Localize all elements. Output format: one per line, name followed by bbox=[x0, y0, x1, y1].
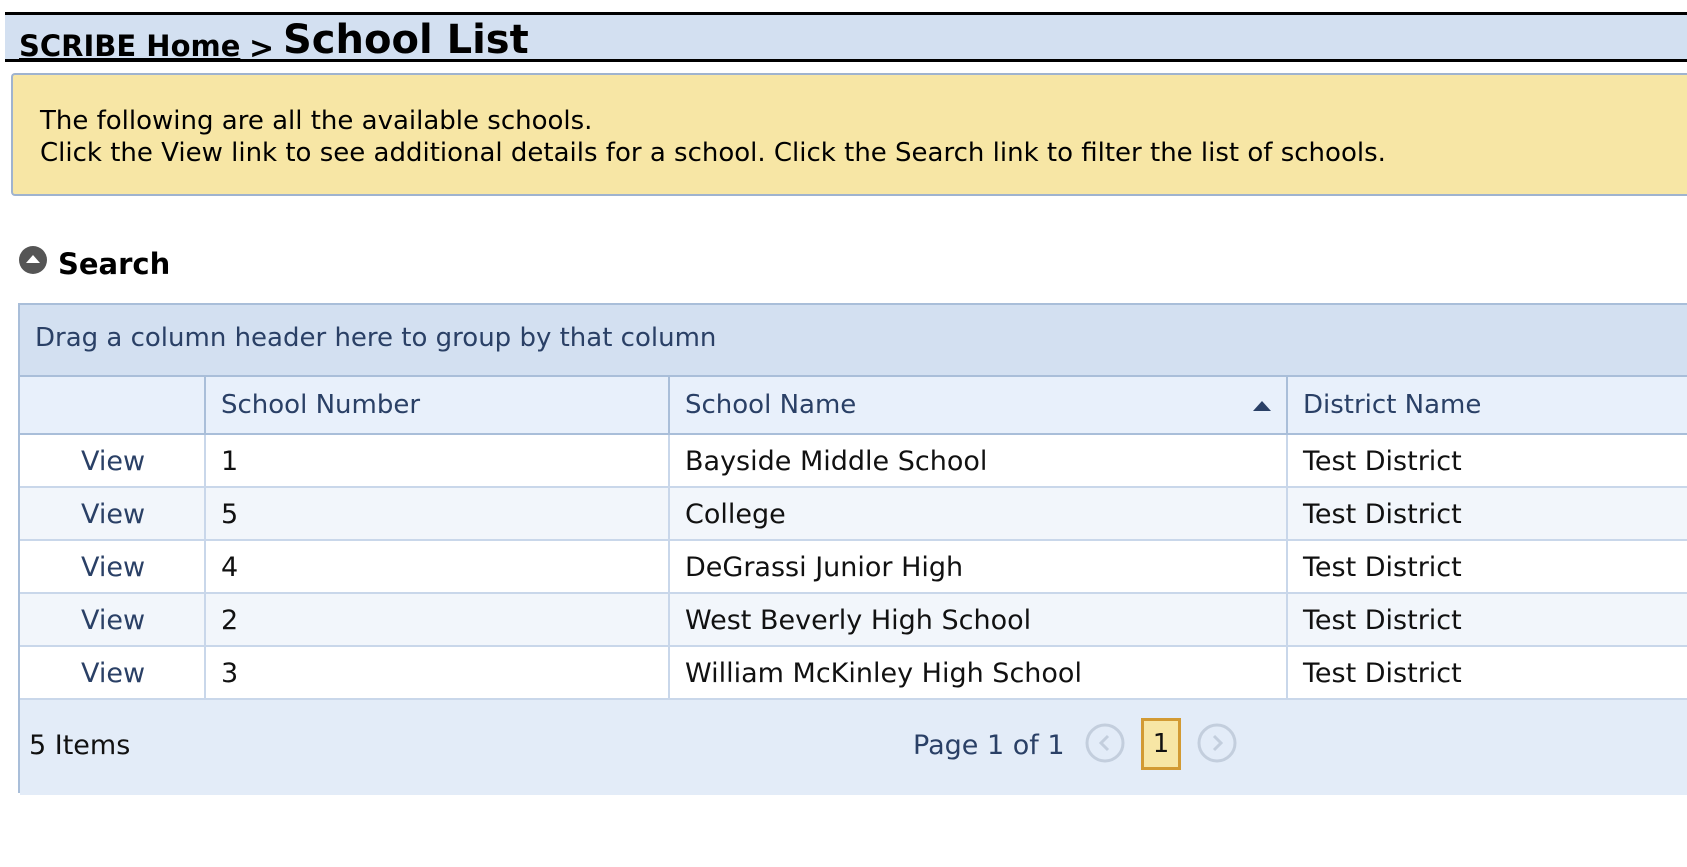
info-line-2: Click the View link to see additional de… bbox=[40, 138, 1386, 168]
group-by-hint: Drag a column header here to group by th… bbox=[35, 323, 717, 353]
school-grid: Drag a column header here to group by th… bbox=[18, 303, 1687, 795]
current-page-button[interactable]: 1 bbox=[1141, 718, 1181, 770]
breadcrumb-home-link[interactable]: SCRIBE Home bbox=[19, 29, 240, 63]
school-number-cell: 3 bbox=[221, 658, 239, 689]
school-number-cell: 4 bbox=[221, 552, 239, 583]
district-name-cell: Test District bbox=[1303, 446, 1462, 477]
view-link[interactable]: View bbox=[81, 446, 145, 477]
school-name-cell: Bayside Middle School bbox=[685, 446, 988, 477]
school-number-cell: 5 bbox=[221, 499, 239, 530]
table-row: View 5 College Test District bbox=[20, 488, 1687, 541]
column-header-label[interactable]: District Name bbox=[1303, 390, 1481, 420]
school-name-cell: West Beverly High School bbox=[685, 605, 1032, 636]
item-count: 5 Items bbox=[29, 730, 131, 761]
column-header-school-number[interactable]: School Number bbox=[206, 377, 670, 433]
breadcrumb-separator: > bbox=[249, 31, 275, 66]
school-name-cell: William McKinley High School bbox=[685, 658, 1082, 689]
school-name-cell: DeGrassi Junior High bbox=[685, 552, 964, 583]
info-box: The following are all the available scho… bbox=[11, 73, 1687, 196]
sort-ascending-icon bbox=[1253, 401, 1271, 411]
table-row: View 3 William McKinley High School Test… bbox=[20, 647, 1687, 700]
view-link[interactable]: View bbox=[81, 605, 145, 636]
table-row: View 4 DeGrassi Junior High Test Distric… bbox=[20, 541, 1687, 594]
view-link[interactable]: View bbox=[81, 658, 145, 689]
collapse-up-icon[interactable] bbox=[18, 245, 48, 275]
page-header: SCRIBE Home > School List bbox=[5, 12, 1687, 66]
school-number-cell: 2 bbox=[221, 605, 239, 636]
table-row: View 1 Bayside Middle School Test Distri… bbox=[20, 435, 1687, 488]
next-page-icon[interactable] bbox=[1197, 723, 1237, 763]
school-name-cell: College bbox=[685, 499, 786, 530]
grid-pager: 5 Items Page 1 of 1 1 bbox=[20, 700, 1687, 795]
district-name-cell: Test District bbox=[1303, 658, 1462, 689]
column-header-label[interactable]: School Name bbox=[685, 390, 856, 420]
column-header-label[interactable]: School Number bbox=[221, 390, 420, 420]
info-line-1: The following are all the available scho… bbox=[40, 106, 593, 136]
group-by-panel[interactable]: Drag a column header here to group by th… bbox=[20, 305, 1687, 377]
grid-header-row: School Number School Name District Name bbox=[20, 377, 1687, 435]
district-name-cell: Test District bbox=[1303, 552, 1462, 583]
district-name-cell: Test District bbox=[1303, 605, 1462, 636]
view-link[interactable]: View bbox=[81, 499, 145, 530]
column-header-actions bbox=[20, 377, 206, 433]
school-number-cell: 1 bbox=[221, 446, 239, 477]
column-header-district-name[interactable]: District Name bbox=[1288, 377, 1687, 433]
page-title: School List bbox=[283, 17, 529, 63]
view-link[interactable]: View bbox=[81, 552, 145, 583]
page-info: Page 1 of 1 bbox=[913, 730, 1065, 761]
search-link[interactable]: Search bbox=[58, 247, 170, 281]
column-header-school-name[interactable]: School Name bbox=[670, 377, 1288, 433]
previous-page-icon[interactable] bbox=[1085, 723, 1125, 763]
table-row: View 2 West Beverly High School Test Dis… bbox=[20, 594, 1687, 647]
district-name-cell: Test District bbox=[1303, 499, 1462, 530]
